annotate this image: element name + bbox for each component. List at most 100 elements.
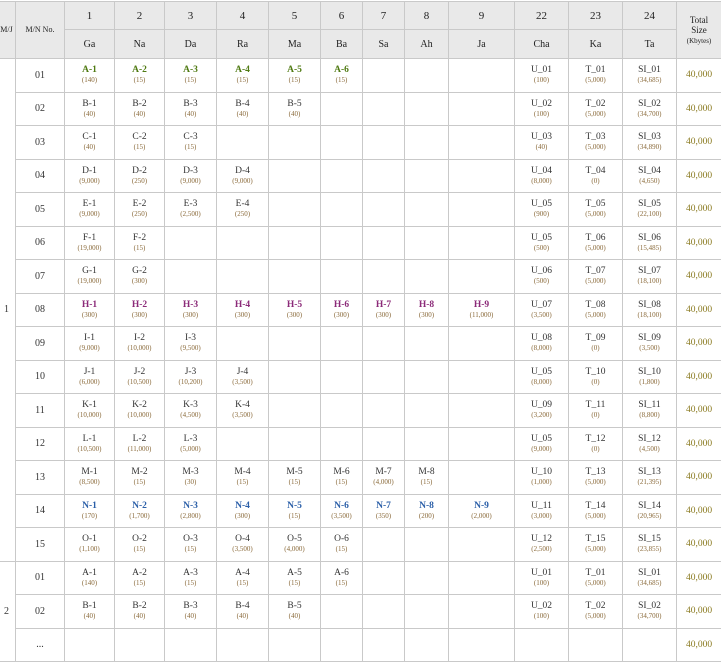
cell-size: (19,000) <box>65 244 114 253</box>
cell-size: (0) <box>569 411 622 420</box>
data-cell <box>269 427 321 461</box>
data-cell <box>623 628 677 662</box>
cell-id: T_03 <box>569 132 622 143</box>
data-cell: O-4(3,500) <box>217 528 269 562</box>
cell-size: (10,000) <box>115 344 164 353</box>
data-cell: A-6(15) <box>321 561 363 595</box>
data-cell: H-6(300) <box>321 293 363 327</box>
cell-id: A-4 <box>217 65 268 76</box>
data-cell: B-5(40) <box>269 92 321 126</box>
cell-id: G-2 <box>115 266 164 277</box>
data-cell <box>405 193 449 227</box>
cell-size: (0) <box>569 445 622 454</box>
row-total-size: 40,000 <box>677 327 721 361</box>
cell-size: (6,000) <box>65 378 114 387</box>
cell-id: U_01 <box>515 65 568 76</box>
cell-id: D-3 <box>165 166 216 177</box>
cell-id: N-2 <box>115 501 164 512</box>
data-cell: O-3(15) <box>165 528 217 562</box>
data-cell: D-4(9,000) <box>217 159 269 193</box>
table-row: 13M-1(8,500)M-2(15)M-3(30)M-4(15)M-5(15)… <box>0 461 721 495</box>
data-cell: U_04(8,000) <box>515 159 569 193</box>
cell-size: (30) <box>165 478 216 487</box>
data-cell: SI_02(34,700) <box>623 92 677 126</box>
data-cell: H-4(300) <box>217 293 269 327</box>
cell-size: (10,200) <box>165 378 216 387</box>
cell-size: (300) <box>269 311 320 320</box>
cell-size: (10,000) <box>65 411 114 420</box>
cell-size: (350) <box>363 512 404 521</box>
data-cell <box>449 260 515 294</box>
data-cell: J-3(10,200) <box>165 360 217 394</box>
cell-size: (40) <box>269 612 320 621</box>
data-cell: N-2(1,700) <box>115 494 165 528</box>
data-cell: E-1(9,000) <box>65 193 115 227</box>
cell-size: (300) <box>405 311 448 320</box>
cell-size: (18,100) <box>623 311 676 320</box>
cell-id: SI_10 <box>623 367 676 378</box>
cell-id: E-1 <box>65 199 114 210</box>
data-cell: H-5(300) <box>269 293 321 327</box>
row-number: 04 <box>16 159 65 193</box>
data-cell <box>363 427 405 461</box>
data-cell: K-2(10,000) <box>115 394 165 428</box>
cell-id: J-2 <box>115 367 164 378</box>
data-cell <box>405 628 449 662</box>
data-cell: I-2(10,000) <box>115 327 165 361</box>
cell-id: B-2 <box>115 601 164 612</box>
header-col-name: Ta <box>623 30 677 59</box>
cell-size: (15) <box>269 579 320 588</box>
data-cell <box>363 561 405 595</box>
header-col-number: 1 <box>65 2 115 30</box>
cell-size: (15) <box>165 545 216 554</box>
cell-id: K-4 <box>217 400 268 411</box>
data-cell: U_05(900) <box>515 193 569 227</box>
data-cell: T_05(5,000) <box>569 193 623 227</box>
cell-id: SI_02 <box>623 601 676 612</box>
data-cell: N-5(15) <box>269 494 321 528</box>
data-cell <box>363 360 405 394</box>
cell-size: (5,000) <box>569 210 622 219</box>
data-cell: N-1(170) <box>65 494 115 528</box>
data-cell: M-1(8,500) <box>65 461 115 495</box>
data-cell <box>449 59 515 93</box>
data-cell: D-1(9,000) <box>65 159 115 193</box>
cell-id: M-8 <box>405 467 448 478</box>
cell-id: N-9 <box>449 501 514 512</box>
cell-size: (140) <box>65 76 114 85</box>
cell-size: (100) <box>515 76 568 85</box>
data-cell: U_07(3,500) <box>515 293 569 327</box>
data-cell: U_06(500) <box>515 260 569 294</box>
cell-size: (15) <box>115 244 164 253</box>
data-cell <box>449 193 515 227</box>
data-cell <box>269 360 321 394</box>
cell-id: J-1 <box>65 367 114 378</box>
header-col-name: Da <box>165 30 217 59</box>
cell-size: (15,485) <box>623 244 676 253</box>
data-cell: T_15(5,000) <box>569 528 623 562</box>
data-cell <box>363 628 405 662</box>
data-cell <box>405 159 449 193</box>
header-col-number: 3 <box>165 2 217 30</box>
table-row: 02B-1(40)B-2(40)B-3(40)B-4(40)B-5(40)U_0… <box>0 92 721 126</box>
data-cell <box>321 159 363 193</box>
table-body: 101A-1(140)A-2(15)A-3(15)A-4(15)A-5(15)A… <box>0 59 721 662</box>
data-cell <box>321 628 363 662</box>
row-total-size: 40,000 <box>677 561 721 595</box>
row-number: 07 <box>16 260 65 294</box>
cell-id: U_09 <box>515 400 568 411</box>
cell-id: N-1 <box>65 501 114 512</box>
header-col-name: Ma <box>269 30 321 59</box>
data-cell: N-7(350) <box>363 494 405 528</box>
cell-id: M-6 <box>321 467 362 478</box>
data-cell <box>449 92 515 126</box>
cell-id: SI_11 <box>623 400 676 411</box>
data-cell: U_01(100) <box>515 59 569 93</box>
cell-id: T_01 <box>569 568 622 579</box>
cell-id: T_10 <box>569 367 622 378</box>
data-cell: B-5(40) <box>269 595 321 629</box>
cell-size: (15) <box>217 579 268 588</box>
header-name-row: Ga Na Da Ra Ma Ba Sa Ah Ja Cha Ka Ta <box>0 30 721 59</box>
header-col-name: Ga <box>65 30 115 59</box>
cell-size: (10,500) <box>65 445 114 454</box>
